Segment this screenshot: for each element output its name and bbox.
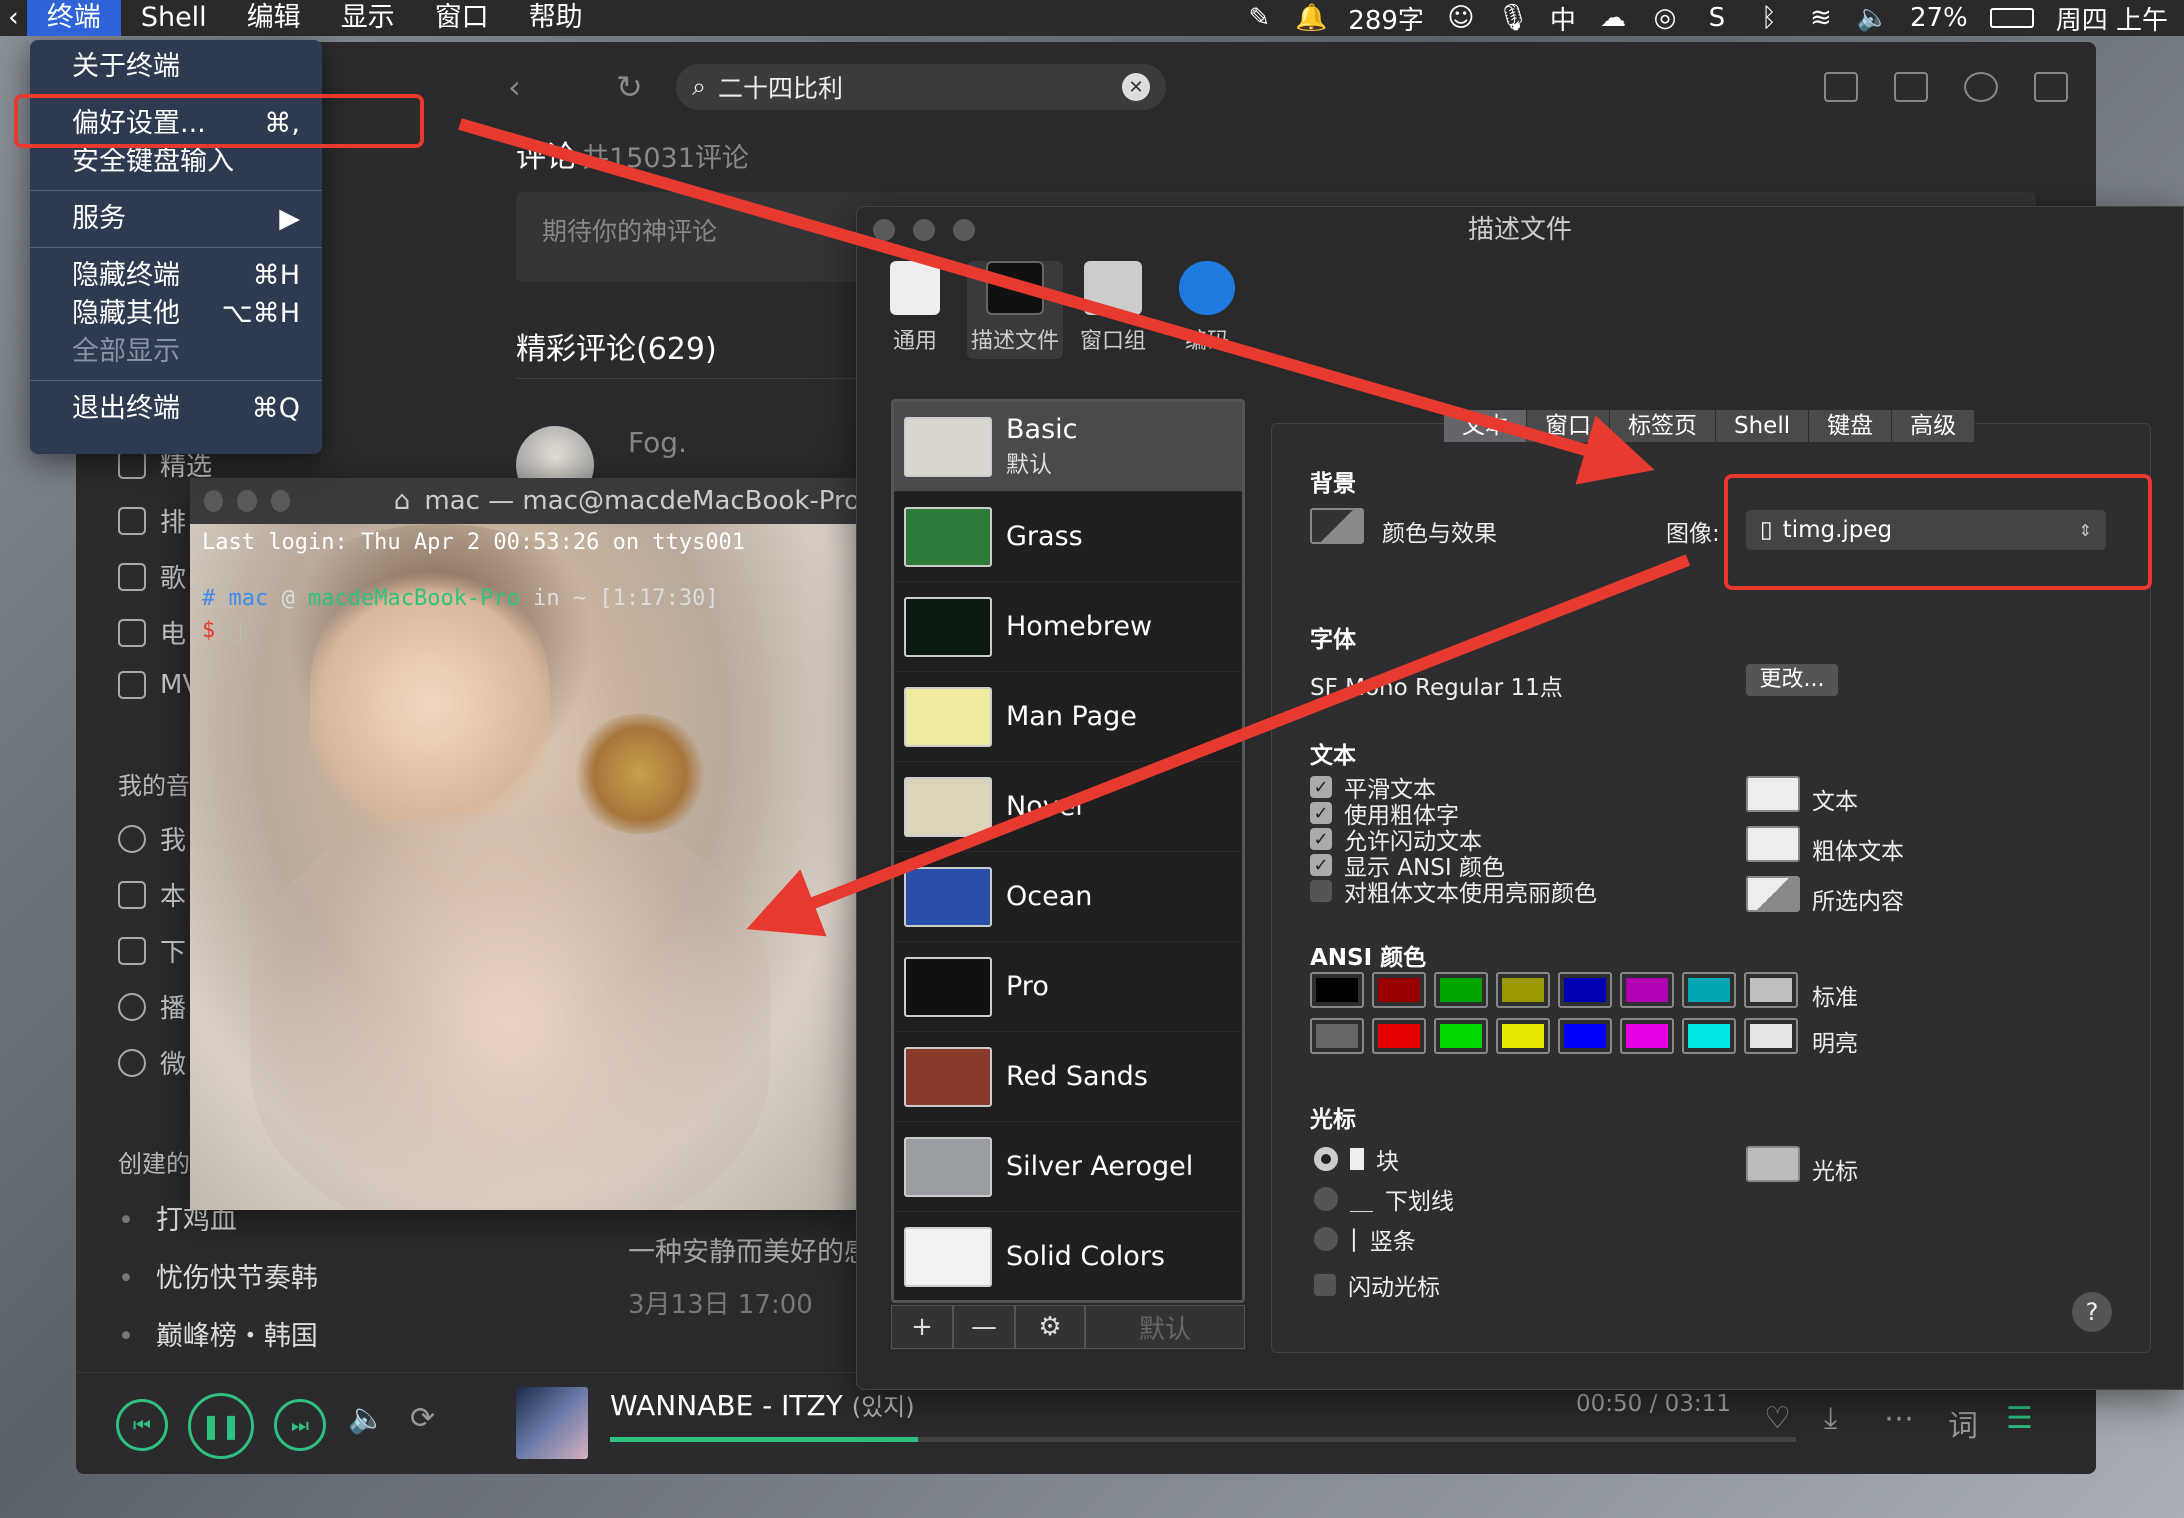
arrow-to-image-setting [458,118,1655,485]
clock[interactable]: 周四 上午 [2056,0,2168,37]
menu-bar: ‹ 终端 Shell 编辑 显示 窗口 帮助 ✎ 🔔 289字 ☺ 🎙 中 ☁ … [0,0,2184,36]
annotation-arrows [458,118,1691,937]
bluetooth-icon[interactable]: ᛒ [1754,3,1784,33]
menu-view[interactable]: 显示 [321,0,415,36]
smile-icon[interactable]: ☺ [1446,3,1476,33]
pen-icon[interactable]: ✎ [1244,3,1274,33]
cloud-icon[interactable]: ☁ [1598,3,1628,33]
battery-percent: 27% [1909,3,1968,33]
sogou-icon[interactable]: S [1702,3,1732,33]
status-area: ✎ 🔔 289字 ☺ 🎙 中 ☁ ◎ S ᛒ ≋ 🔈 27% 周四 上午 [1244,0,2184,36]
menu-terminal[interactable]: 终端 [26,0,121,36]
wifi-icon[interactable]: ≋ [1806,3,1836,33]
arrow-to-terminal [746,554,1691,937]
bell-icon[interactable]: 🔔 [1295,3,1327,33]
menu-help[interactable]: 帮助 [509,0,603,36]
battery-icon[interactable] [1989,8,2034,28]
menu-shell[interactable]: Shell [121,0,227,36]
menu-window[interactable]: 窗口 [415,0,509,36]
apple-menu[interactable]: ‹ [0,0,27,36]
menu-edit[interactable]: 编辑 [227,0,321,36]
volume-icon[interactable]: 🔈 [1857,3,1889,33]
mic-icon[interactable]: 🎙 [1496,3,1529,33]
wordcount[interactable]: 289字 [1348,0,1424,37]
ime-indicator[interactable]: 中 [1550,0,1576,37]
sync-icon[interactable]: ◎ [1650,3,1680,33]
